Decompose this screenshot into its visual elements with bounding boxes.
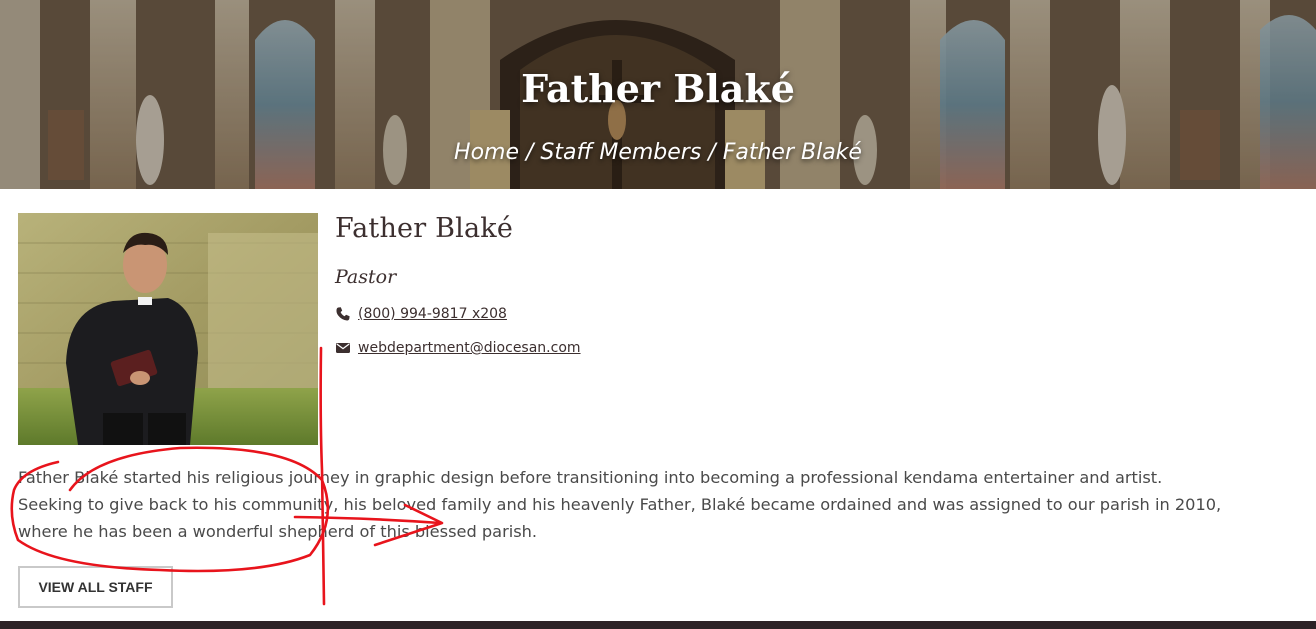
breadcrumb-separator: / (519, 140, 541, 165)
staff-detail-page: Father Blaké Home / Staff Members / Fath… (0, 0, 1316, 629)
contact-phone: (800) 994-9817 x208 (335, 306, 507, 322)
bio-line: Seeking to give back to his community, h… (18, 495, 1222, 514)
breadcrumb-current: Father Blaké (722, 140, 862, 165)
staff-role: Pastor (335, 266, 397, 288)
contact-email: webdepartment@diocesan.com (335, 340, 581, 356)
footer-bar (0, 621, 1316, 629)
hero-banner: Father Blaké Home / Staff Members / Fath… (0, 0, 1316, 189)
staff-photo (18, 213, 318, 445)
breadcrumb-home-link[interactable]: Home (454, 140, 519, 165)
view-all-staff-button[interactable]: VIEW ALL STAFF (18, 566, 173, 608)
bio-line: where he has been a wonderful shepherd o… (18, 522, 538, 541)
staff-name: Father Blaké (335, 213, 514, 244)
breadcrumb-separator: / (701, 140, 723, 165)
page-title: Father Blaké (521, 66, 795, 111)
bio-line: Father Blaké started his religious journ… (18, 468, 1163, 487)
phone-icon (335, 306, 351, 322)
email-link[interactable]: webdepartment@diocesan.com (358, 340, 581, 356)
phone-link[interactable]: (800) 994-9817 x208 (358, 306, 507, 322)
envelope-icon (335, 340, 351, 356)
breadcrumb: Home / Staff Members / Father Blaké (0, 140, 1316, 165)
breadcrumb-staff-link[interactable]: Staff Members (540, 140, 701, 165)
staff-bio: Father Blaké started his religious journ… (18, 464, 1278, 545)
